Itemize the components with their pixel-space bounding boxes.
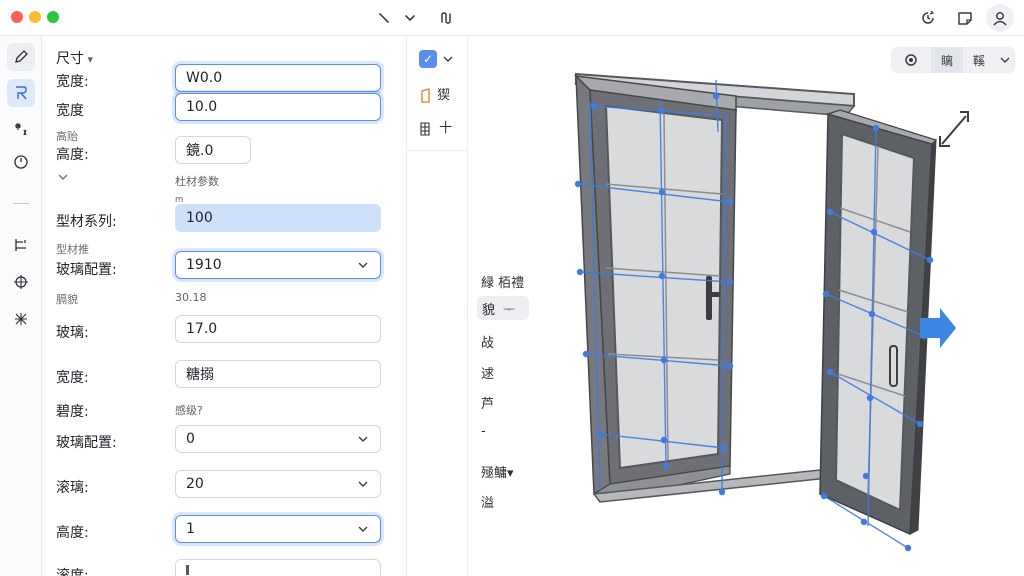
property-panel: 尺寸 ▾ 宽度: W0.0 宽度 10.0 高贻 高度: 鏡.0 杜材参数 ꭑ … [42,36,443,576]
width-label-3: 宽度: [56,370,89,386]
window-minimize-button[interactable] [29,11,41,23]
clock-icon[interactable] [7,148,35,176]
profile-push-caption: 型材推 [56,243,89,256]
width-label: 宽度: [56,74,89,90]
window-close-button[interactable] [11,11,23,23]
rail-divider [13,203,29,204]
ruler-icon[interactable] [7,79,35,107]
grid-icon[interactable] [7,305,35,333]
tool-item-door[interactable]: 猰 [419,84,450,104]
height-field[interactable]: 鏡.0 [175,136,251,164]
tool-column: ✓ 猰 十 [406,36,469,576]
width-field-2[interactable]: 10.0 [175,93,381,121]
glass-field[interactable]: 17.0 [175,315,381,343]
thickness-note: 感级? [175,404,203,417]
left-tool-rail [0,36,42,576]
width-field[interactable]: W0.0 [175,64,381,92]
sparkle-icon[interactable] [7,115,35,143]
glass-config-label-2: 玻璃配置: [56,435,117,451]
glass-config-value: 1910 [186,257,222,273]
width-label-2: 宽度 [56,103,84,119]
dimension-icon[interactable] [7,268,35,296]
height-label: 高度: [56,147,89,163]
glass-config-value-2: 0 [186,431,195,447]
chevron-down-icon [356,432,370,446]
height-select[interactable]: 1 [175,515,381,543]
cursor-icon[interactable] [374,8,394,28]
spacing-caption: 膈貌 [56,293,78,306]
collapse-chevron-icon[interactable] [56,170,70,184]
spacing-value: 30.18 [175,291,207,304]
chevron-down-icon[interactable] [400,8,420,28]
window-model-canvas[interactable] [468,36,1024,576]
chevron-down-icon [356,258,370,272]
glass-config-label: 玻璃配置: [56,262,117,278]
roller-select[interactable]: 20 [175,470,381,498]
pen-icon[interactable] [7,43,35,71]
frame-icon [419,121,435,137]
chevron-down-icon [356,522,370,536]
section-title[interactable]: 尺寸 ▾ [56,48,93,68]
resize-handle-icon[interactable] [939,111,969,147]
layers-icon[interactable] [437,8,457,28]
window-zoom-button[interactable] [47,11,59,23]
thickness-label: 碧度: [56,404,89,420]
glass-config-select[interactable]: 1910 [175,251,381,279]
width-field-3[interactable]: 糖搦 [175,360,381,388]
checkmark-icon[interactable]: ✓ [419,50,437,68]
roller-value: 20 [186,476,204,492]
left-sash [573,74,737,503]
chevron-down-icon[interactable] [441,52,455,66]
chevron-down-icon [356,477,370,491]
height-value: 1 [186,521,195,537]
roll-degree-label: 滚度: [56,568,89,576]
profile-series-field[interactable]: 100 [175,204,381,232]
title-bar [0,0,1024,36]
glass-label: 玻璃: [56,325,89,341]
align-icon[interactable] [7,231,35,259]
right-opening-sash [819,109,938,536]
profile-params-caption: 杜材参数 [175,175,219,188]
glass-config-select-2[interactable]: 0 [175,425,381,453]
height-caption: 高贻 [56,130,78,143]
height-label-2: 高度: [56,525,89,541]
roll-degree-field[interactable] [175,559,381,576]
3d-viewport[interactable]: 瞝 鞵 緑 栢禮 貌 ᅮ 敁 逑 芦 - 殛鳙▾ 溢 [468,36,1024,576]
history-icon[interactable] [914,4,942,32]
tool-item-frame[interactable]: 十 [419,117,452,137]
user-avatar-icon[interactable] [986,4,1014,32]
note-icon[interactable] [951,4,979,32]
tool-column-divider [407,150,469,151]
roller-label: 滚璃: [56,480,89,496]
door-icon [419,87,433,104]
profile-series-label: 型材系列: [56,214,117,230]
